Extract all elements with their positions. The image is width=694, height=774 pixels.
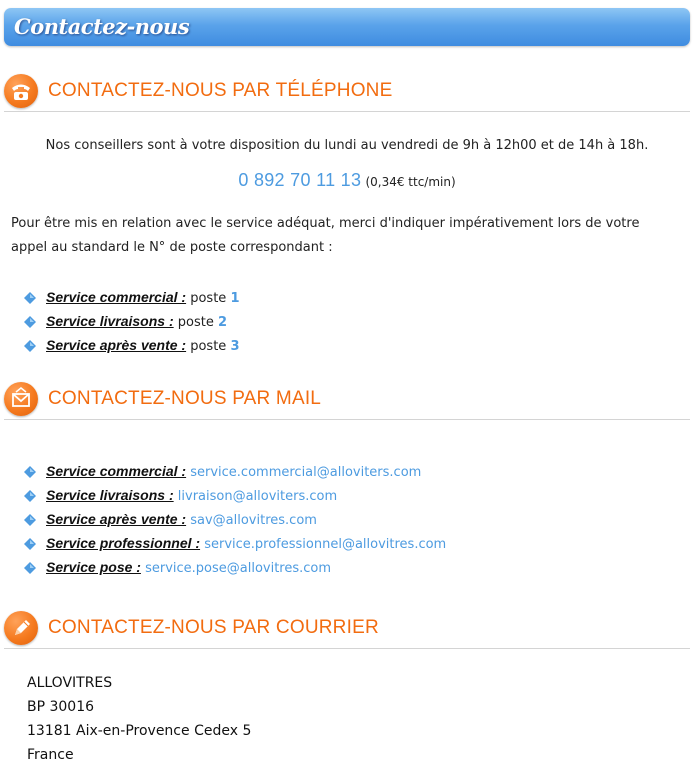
address-line: BP 30016 [27, 699, 95, 715]
page-title-bar: Contactez-nous [4, 8, 690, 46]
page-title: Contactez-nous [14, 14, 190, 39]
phone-icon [4, 74, 38, 108]
phone-price: (0,34€ ttc/min) [365, 175, 456, 189]
address-line: 13181 Aix-en-Provence Cedex 5 [27, 723, 252, 739]
address-line: ALLOVITRES [27, 675, 113, 691]
item-extension: 1 [230, 291, 240, 306]
bullet-icon [24, 537, 36, 550]
pen-icon [4, 611, 38, 645]
bullet-icon [24, 465, 36, 478]
mail-section-header: CONTACTEZ-NOUS PAR MAIL [4, 382, 690, 420]
list-item: Service après vente : poste 3 [24, 335, 239, 359]
list-item: Service livraisons : poste 2 [24, 311, 227, 335]
email-link[interactable]: service.pose@allovitres.com [145, 561, 331, 576]
item-label: Service après vente : [46, 511, 187, 527]
mail-section-title: CONTACTEZ-NOUS PAR MAIL [48, 388, 322, 409]
list-item: Service après vente : sav@allovitres.com [24, 509, 317, 533]
bullet-icon [24, 561, 36, 574]
bullet-icon [24, 291, 36, 304]
email-link[interactable]: livraison@alloviters.com [178, 489, 337, 504]
phone-number[interactable]: 0 892 70 11 13 [238, 170, 361, 190]
bullet-icon [24, 489, 36, 502]
item-label: Service commercial : [46, 289, 187, 305]
address-line: France [27, 747, 74, 763]
availability-text: Nos conseillers sont à votre disposition… [45, 138, 649, 153]
email-link[interactable]: service.professionnel@allovitres.com [204, 537, 446, 552]
list-item: Service commercial : service.commercial@… [24, 461, 421, 485]
item-label: Service pose : [46, 559, 141, 575]
item-extension: 2 [217, 315, 228, 330]
item-text: poste [186, 339, 231, 354]
item-label: Service professionnel : [46, 535, 201, 551]
item-text: poste [186, 291, 231, 306]
instruction-line-2: appel au standard le N° de poste corresp… [11, 240, 333, 255]
phone-number-line: 0 892 70 11 13 (0,34€ ttc/min) [0, 170, 694, 191]
item-label: Service livraisons : [46, 487, 174, 503]
item-label: Service livraisons : [46, 313, 174, 329]
list-item: Service pose : service.pose@allovitres.c… [24, 557, 331, 581]
email-link[interactable]: service.commercial@alloviters.com [190, 465, 421, 480]
list-item: Service commercial : poste 1 [24, 287, 239, 311]
section-divider [4, 648, 690, 649]
list-item: Service livraisons : livraison@alloviter… [24, 485, 337, 509]
section-divider [4, 111, 690, 112]
post-section-title: CONTACTEZ-NOUS PAR COURRIER [48, 617, 379, 638]
list-item: Service professionnel : service.professi… [24, 533, 446, 557]
bullet-icon [24, 513, 36, 526]
instruction-line-1: Pour être mis en relation avec le servic… [11, 216, 640, 231]
bullet-icon [24, 315, 36, 328]
email-link[interactable]: sav@allovitres.com [190, 513, 317, 528]
item-label: Service commercial : [46, 463, 187, 479]
section-divider [4, 419, 690, 420]
item-label: Service après vente : [46, 337, 187, 353]
mail-icon [4, 382, 38, 416]
phone-section-header: CONTACTEZ-NOUS PAR TÉLÉPHONE [4, 74, 690, 112]
phone-section-title: CONTACTEZ-NOUS PAR TÉLÉPHONE [48, 80, 393, 101]
item-extension: 3 [230, 339, 240, 354]
post-section-header: CONTACTEZ-NOUS PAR COURRIER [4, 611, 690, 649]
bullet-icon [24, 339, 36, 352]
item-text: poste [173, 315, 218, 330]
